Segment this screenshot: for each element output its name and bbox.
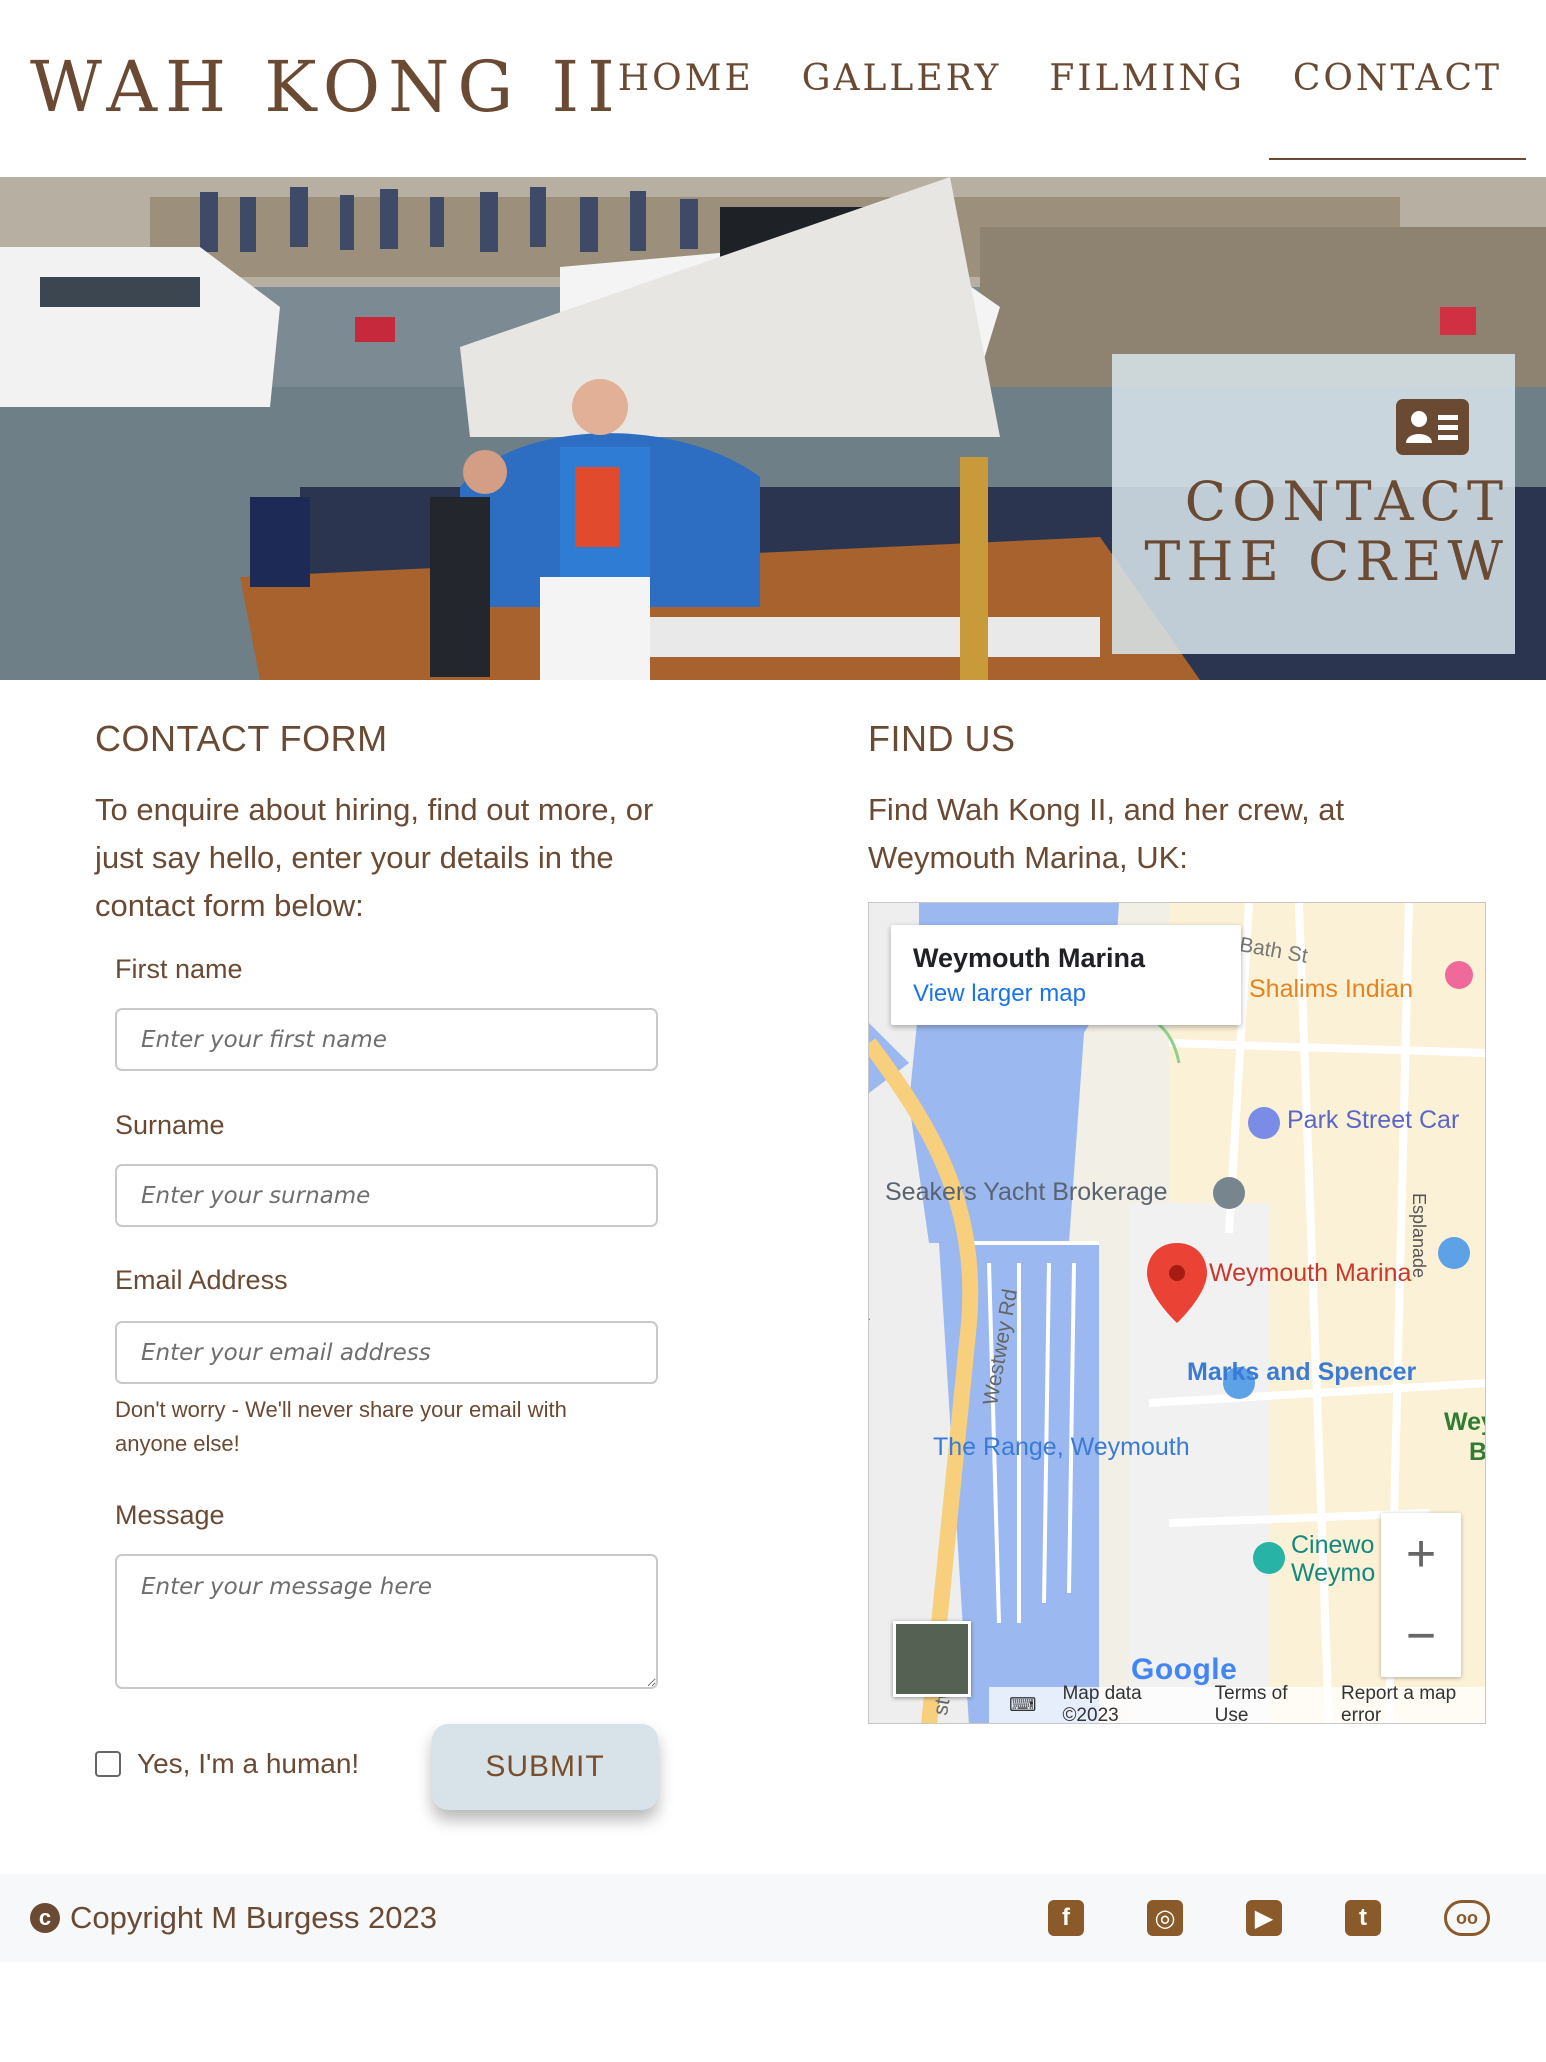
nav-contact[interactable]: CONTACT	[1268, 58, 1527, 160]
instagram-icon[interactable]: ◎	[1147, 1900, 1183, 1936]
nav-gallery[interactable]: GALLERY	[778, 58, 1026, 150]
contact-form-section: CONTACT FORM To enquire about hiring, fi…	[95, 718, 675, 1810]
contact-form-intro: To enquire about hiring, find out more, …	[95, 792, 654, 923]
facebook-icon[interactable]: f	[1048, 1900, 1084, 1936]
map-label-marks-spencer[interactable]: Marks and Spencer	[1187, 1358, 1416, 1387]
map-label-seakers[interactable]: Seakers Yacht Brokerage	[885, 1178, 1168, 1207]
map-label-park-street[interactable]: Park Street Car	[1287, 1106, 1459, 1135]
human-check-label[interactable]: Yes, I'm a human!	[137, 1748, 359, 1780]
first-name-input[interactable]	[115, 1008, 658, 1071]
map-label-weymouth-marina[interactable]: Weymouth Marina	[1209, 1259, 1411, 1288]
map-label-cinewo[interactable]: Cinewo	[1291, 1531, 1374, 1560]
human-checkbox[interactable]	[95, 1751, 121, 1777]
message-textarea[interactable]	[115, 1554, 658, 1689]
map-label-shalims[interactable]: Shalims Indian	[1249, 975, 1413, 1004]
map-zoom-controls: + −	[1381, 1513, 1461, 1677]
brand-logo[interactable]: WAH KONG II	[30, 46, 623, 128]
contact-form-heading: CONTACT FORM	[95, 718, 388, 759]
email-label: Email Address	[115, 1265, 288, 1295]
main-nav: HOME GALLERY FILMING CONTACT	[594, 58, 1527, 160]
hero-title: CONTACT THE CREW	[1109, 472, 1509, 592]
terms-link[interactable]: Terms of Use	[1215, 1683, 1315, 1723]
map-info-popup: Weymouth Marina View larger map	[891, 925, 1241, 1025]
copyright-icon: c	[30, 1903, 60, 1933]
find-us-section: FIND US Find Wah Kong II, and her crew, …	[868, 718, 1488, 882]
map-popup-title: Weymouth Marina	[913, 943, 1146, 973]
email-help-text: Don't worry - We'll never share your ema…	[115, 1397, 567, 1456]
report-error-link[interactable]: Report a map error	[1341, 1683, 1485, 1723]
find-us-heading: FIND US	[868, 718, 1016, 759]
hero-banner: CONTACT THE CREW	[0, 177, 1546, 680]
map-label-weym: Weym	[1444, 1408, 1485, 1436]
view-larger-map-link[interactable]: View larger map	[913, 980, 1086, 1008]
youtube-icon[interactable]: ▶	[1246, 1900, 1282, 1936]
email-input[interactable]	[115, 1321, 658, 1384]
hero-title-line1: CONTACT	[1184, 470, 1509, 533]
map-label-the-range[interactable]: The Range, Weymouth	[933, 1433, 1190, 1462]
zoom-in-button[interactable]: +	[1381, 1513, 1461, 1595]
nav-filming[interactable]: FILMING	[1025, 58, 1268, 150]
submit-button[interactable]: SUBMIT	[432, 1724, 658, 1810]
surname-label: Surname	[115, 1110, 225, 1140]
map-embed[interactable]: Bath St Shalims Indian Park Street Car S…	[868, 902, 1486, 1724]
find-us-intro: Find Wah Kong II, and her crew, at Weymo…	[868, 792, 1345, 875]
social-links: f ◎ ▶ t oo	[1048, 1900, 1490, 1936]
tripadvisor-icon[interactable]: oo	[1444, 1900, 1490, 1936]
google-logo: Google	[1131, 1653, 1238, 1686]
map-attribution: ⌨ Map data ©2023 Terms of Use Report a m…	[989, 1683, 1485, 1723]
first-name-label: First name	[115, 954, 243, 984]
satellite-toggle[interactable]	[893, 1621, 971, 1697]
map-data-text: Map data ©2023	[1062, 1683, 1142, 1724]
site-header: WAH KONG II HOME GALLERY FILMING CONTACT	[0, 0, 1546, 177]
copyright-text: Copyright M Burgess 2023	[70, 1900, 438, 1935]
twitter-icon[interactable]: t	[1345, 1900, 1381, 1936]
human-check: Yes, I'm a human!	[95, 1748, 359, 1780]
hero-title-line2: THE CREW	[1144, 530, 1509, 593]
contact-card-icon	[1396, 399, 1469, 455]
map-label-b: B	[1469, 1438, 1486, 1466]
message-label: Message	[115, 1500, 225, 1530]
zoom-out-button[interactable]: −	[1381, 1595, 1461, 1677]
map-label-weymo[interactable]: Weymo	[1291, 1559, 1375, 1588]
hero-title-card: CONTACT THE CREW	[1112, 354, 1515, 654]
nav-home[interactable]: HOME	[594, 58, 778, 150]
copyright: c Copyright M Burgess 2023	[30, 1900, 437, 1936]
surname-input[interactable]	[115, 1164, 658, 1227]
site-footer: c Copyright M Burgess 2023 f ◎ ▶ t oo	[0, 1874, 1546, 1962]
keyboard-icon[interactable]: ⌨	[1009, 1694, 1036, 1717]
